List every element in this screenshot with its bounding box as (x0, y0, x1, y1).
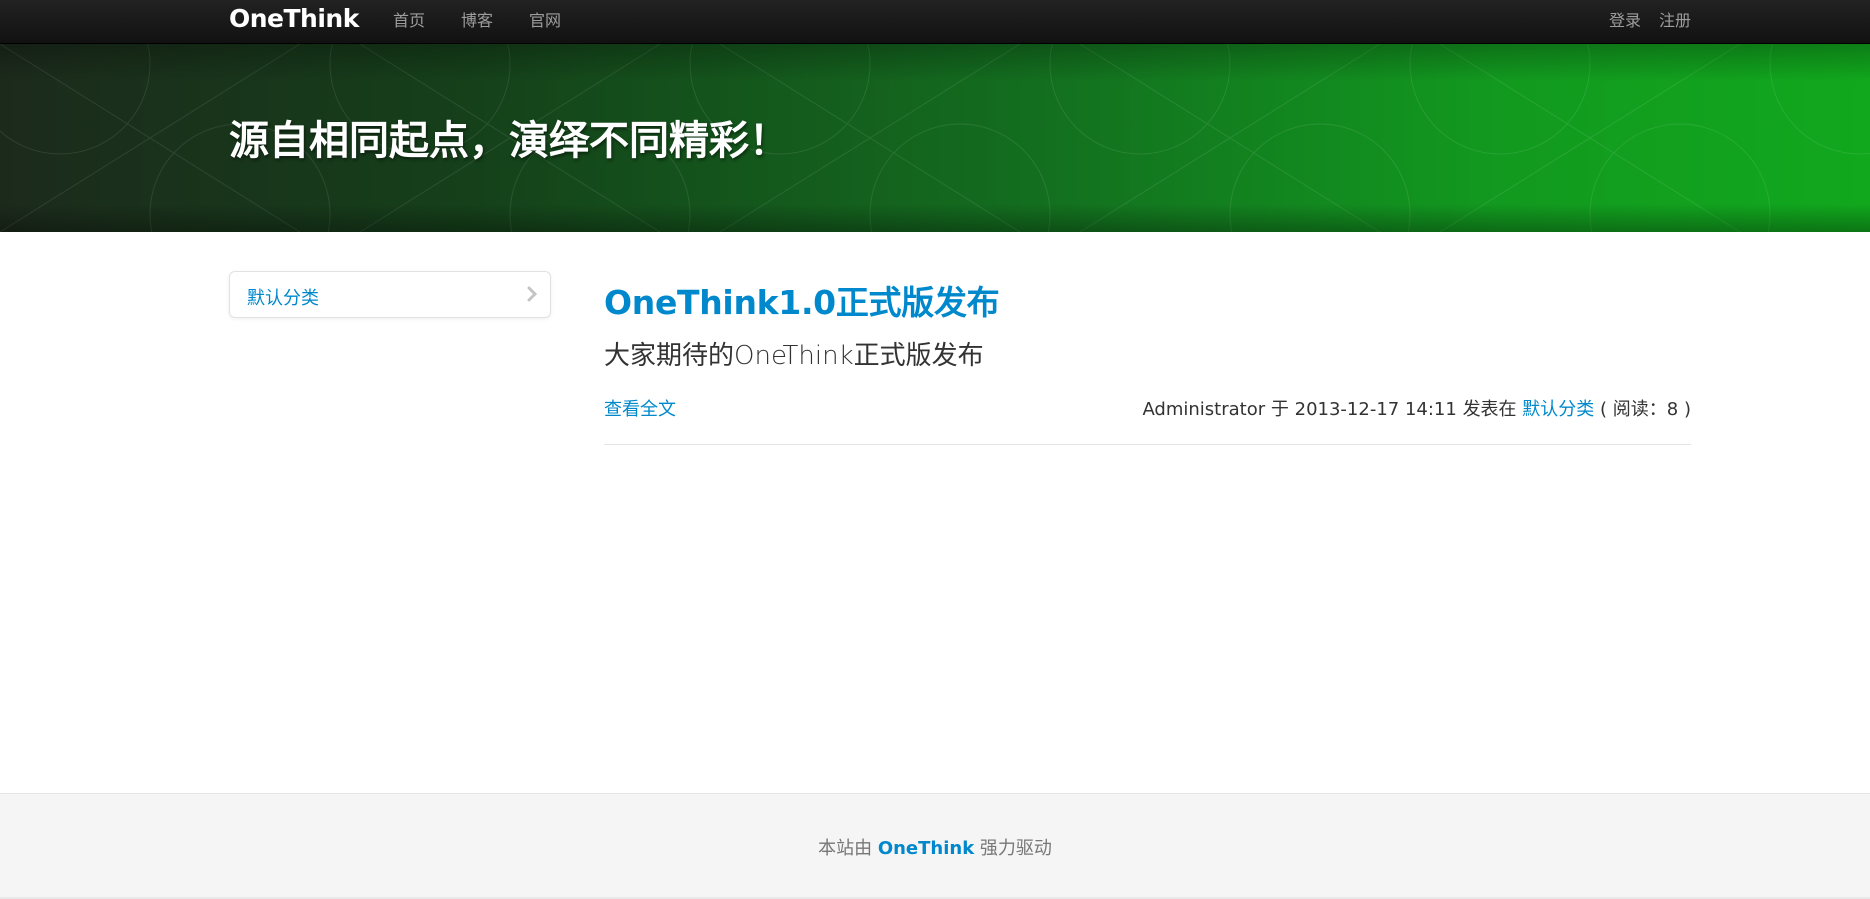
main-nav: 首页 博客 官网 (393, 11, 597, 31)
article-views-prefix: ( 阅读： (1600, 399, 1667, 420)
nav-link-official-site[interactable]: 官网 (529, 11, 561, 31)
article-date: 2013-12-17 14:11 (1294, 399, 1457, 420)
article-title[interactable]: OneThink1.0正式版发布 (604, 276, 1000, 324)
article-author: Administrator (1142, 399, 1266, 420)
footer-brand-link[interactable]: OneThink (878, 838, 974, 859)
brand-logo[interactable]: OneThink (229, 4, 359, 33)
category-sidebar: 默认分类 (229, 271, 551, 318)
article-posted-in: 发表在 (1462, 399, 1517, 420)
page-footer: 本站由 OneThink 强力驱动 (0, 793, 1870, 899)
footer-prefix: 本站由 (818, 838, 873, 859)
article-summary: 大家期待的OneThink正式版发布 (604, 341, 984, 371)
user-nav: 登录 注册 (1591, 11, 1691, 31)
footer-suffix: 强力驱动 (979, 838, 1052, 859)
hero-banner: 源自相同起点，演绎不同精彩！ (0, 44, 1870, 232)
sidebar-item-default-category[interactable]: 默认分类 (247, 284, 319, 310)
article-meta: Administrator 于 2013-12-17 14:11 发表在 默认分… (1142, 395, 1691, 421)
article-category-link[interactable]: 默认分类 (1522, 399, 1594, 420)
chevron-right-icon (527, 286, 538, 302)
login-link[interactable]: 登录 (1609, 11, 1641, 31)
article-at-word: 于 (1270, 399, 1289, 420)
article-divider (604, 444, 1691, 445)
navbar-container: OneThink 首页 博客 官网 登录 注册 (229, 0, 1691, 44)
nav-link-home[interactable]: 首页 (393, 11, 425, 31)
article-views-count: 8 (1666, 399, 1679, 420)
read-more-link[interactable]: 查看全文 (604, 395, 676, 421)
footer-credit: 本站由 OneThink 强力驱动 (0, 834, 1870, 860)
hero-title: 源自相同起点，演绎不同精彩！ (229, 118, 789, 164)
nav-link-blog[interactable]: 博客 (461, 11, 493, 31)
top-navbar: OneThink 首页 博客 官网 登录 注册 (0, 0, 1870, 44)
article-views-suffix: ) (1683, 399, 1691, 420)
register-link[interactable]: 注册 (1659, 11, 1691, 31)
